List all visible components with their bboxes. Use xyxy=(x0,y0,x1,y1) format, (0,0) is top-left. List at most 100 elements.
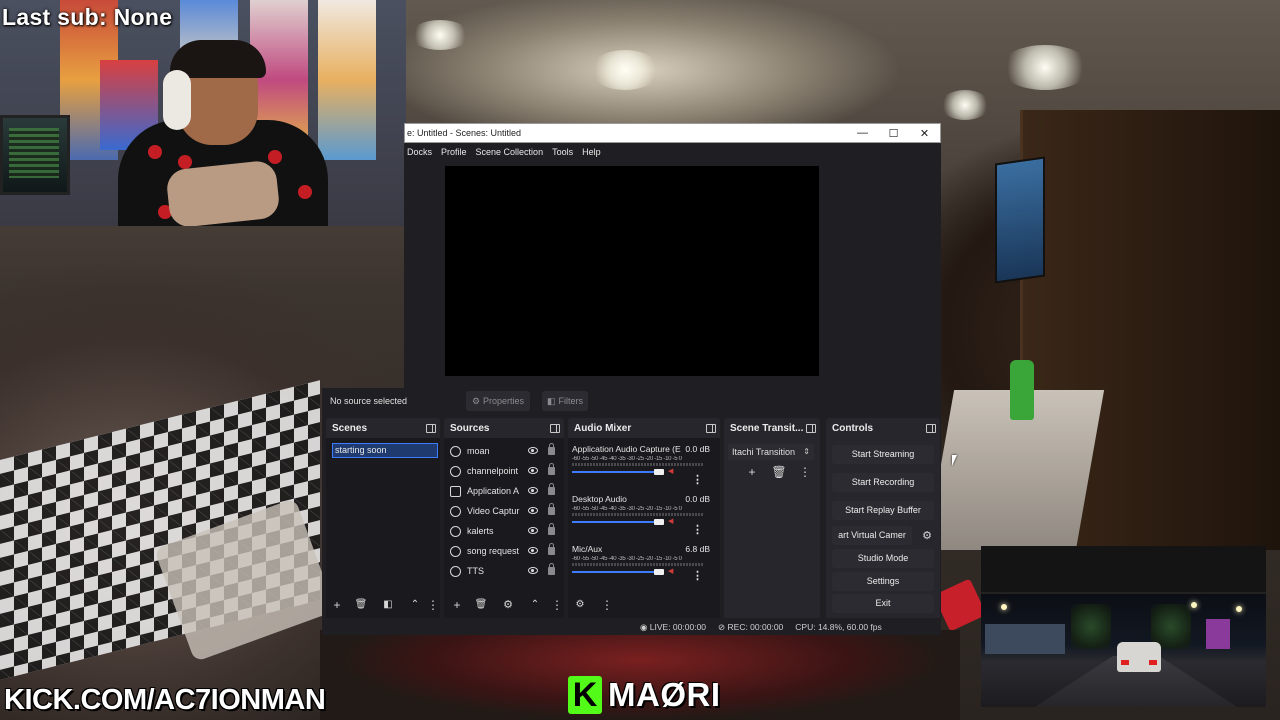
lock-icon[interactable] xyxy=(548,563,555,575)
add-source-icon[interactable]: + xyxy=(448,597,466,613)
volume-handle[interactable] xyxy=(654,519,664,525)
source-properties-icon[interactable]: ⚙ xyxy=(499,597,517,613)
transitions-body: Itachi Transition + 🗑 ⋮ xyxy=(724,438,820,618)
volume-slider[interactable]: ◀ xyxy=(572,468,704,476)
source-row[interactable]: Application A xyxy=(450,482,558,500)
undock-icon[interactable] xyxy=(426,423,436,433)
undock-icon[interactable] xyxy=(926,423,936,433)
source-row[interactable]: channelpoint xyxy=(450,462,558,480)
source-name: Video Captur xyxy=(467,506,520,516)
scene-item[interactable]: starting soon xyxy=(332,443,438,458)
track-menu-icon[interactable]: ⋮ xyxy=(692,570,703,583)
transitions-title: Scene Transit... xyxy=(730,422,804,434)
scenes-list: starting soon xyxy=(326,438,440,618)
studio-mode-button[interactable]: Studio Mode xyxy=(832,549,934,568)
source-row[interactable]: Video Captur xyxy=(450,502,558,520)
volume-handle[interactable] xyxy=(654,469,664,475)
menu-tools[interactable]: Tools xyxy=(549,147,579,157)
source-name: channelpoint xyxy=(467,466,519,476)
source-row[interactable]: song request xyxy=(450,542,558,560)
kebab-menu-icon[interactable]: ⋮ xyxy=(548,597,566,613)
menu-help[interactable]: Help xyxy=(579,147,607,157)
menu-profile[interactable]: Profile xyxy=(438,147,473,157)
move-up-icon[interactable]: ⌃ xyxy=(406,597,424,613)
sources-dock-header: Sources xyxy=(444,418,564,438)
filter-icon: ◧ xyxy=(546,395,556,406)
browser-icon xyxy=(450,525,461,537)
kebab-menu-icon[interactable]: ⋮ xyxy=(796,464,814,480)
program-preview[interactable] xyxy=(445,166,819,376)
mixer-track: Mic/Aux 6.8 dB -60 -55 -50 -45 -40 -35 -… xyxy=(572,544,710,582)
track-menu-icon[interactable]: ⋮ xyxy=(692,524,703,537)
track-menu-icon[interactable]: ⋮ xyxy=(692,474,703,487)
menu-docks[interactable]: Docks xyxy=(404,147,438,157)
start-replay-buffer-button[interactable]: Start Replay Buffer xyxy=(832,501,934,520)
kebab-menu-icon[interactable]: ⋮ xyxy=(424,597,442,613)
volume-handle[interactable] xyxy=(654,569,664,575)
advanced-audio-icon[interactable]: ⚙ xyxy=(571,597,589,613)
status-bar: ◉ LIVE: 00:00:00 ⊘ REC: 00:00:00 CPU: 14… xyxy=(640,620,940,634)
volume-slider[interactable]: ◀ xyxy=(572,518,704,526)
level-meter xyxy=(572,513,704,516)
source-row[interactable]: moan xyxy=(450,442,558,460)
audio-mixer-header: Audio Mixer xyxy=(568,418,720,438)
lock-icon[interactable] xyxy=(548,543,555,555)
webcam-overlay xyxy=(0,0,406,226)
speaker-icon[interactable]: ◀ xyxy=(668,568,676,576)
add-transition-icon[interactable]: + xyxy=(743,464,761,480)
browser-icon xyxy=(450,565,461,577)
speaker-icon[interactable]: ◀ xyxy=(668,468,676,476)
exit-button[interactable]: Exit xyxy=(832,594,934,613)
source-row[interactable]: TTS xyxy=(450,562,558,580)
eye-icon[interactable] xyxy=(528,447,538,454)
undock-icon[interactable] xyxy=(806,423,816,433)
speaker-icon[interactable]: ◀ xyxy=(668,518,676,526)
volume-track xyxy=(572,571,662,573)
undock-icon[interactable] xyxy=(706,423,716,433)
window-icon xyxy=(450,485,461,497)
minimize-button[interactable]: — xyxy=(847,124,878,142)
scene-filter-icon[interactable]: ◧ xyxy=(379,597,397,613)
scenes-title: Scenes xyxy=(332,422,368,434)
obs-title-bar[interactable]: e: Untitled - Scenes: Untitled — ☐ ✕ xyxy=(404,123,941,143)
filters-button[interactable]: ◧ Filters xyxy=(542,391,588,411)
start-recording-button[interactable]: Start Recording xyxy=(832,473,934,492)
add-scene-icon[interactable]: + xyxy=(328,597,346,613)
virtual-camera-settings-icon[interactable]: ⚙ xyxy=(918,528,936,544)
sources-list: moan channelpoint Application A Video Ca… xyxy=(444,438,564,618)
remove-scene-icon[interactable]: 🗑 xyxy=(352,597,370,613)
eye-icon[interactable] xyxy=(528,507,538,514)
properties-button[interactable]: ⚙ Properties xyxy=(466,391,530,411)
close-button[interactable]: ✕ xyxy=(909,124,940,142)
headphone xyxy=(163,70,191,130)
source-name: Application A xyxy=(467,486,520,496)
maximize-button[interactable]: ☐ xyxy=(878,124,909,142)
lock-icon[interactable] xyxy=(548,443,555,455)
eye-icon[interactable] xyxy=(528,547,538,554)
lock-icon[interactable] xyxy=(548,523,555,535)
kebab-menu-icon[interactable]: ⋮ xyxy=(598,597,616,613)
remove-source-icon[interactable]: 🗑 xyxy=(472,597,490,613)
source-row[interactable]: kalerts xyxy=(450,522,558,540)
move-up-icon[interactable]: ⌃ xyxy=(526,597,544,613)
lock-icon[interactable] xyxy=(548,503,555,515)
eye-icon[interactable] xyxy=(528,527,538,534)
mixer-track: Desktop Audio 0.0 dB -60 -55 -50 -45 -40… xyxy=(572,494,710,536)
lock-icon[interactable] xyxy=(548,463,555,475)
settings-button[interactable]: Settings xyxy=(832,572,934,591)
volume-slider[interactable]: ◀ xyxy=(572,568,704,576)
lock-icon[interactable] xyxy=(548,483,555,495)
eye-icon[interactable] xyxy=(528,467,538,474)
brand-name: MAØRI xyxy=(608,676,721,713)
transition-select[interactable]: Itachi Transition xyxy=(728,444,814,460)
audio-icon xyxy=(450,445,461,457)
menu-scene-collection[interactable]: Scene Collection xyxy=(473,147,550,157)
undock-icon[interactable] xyxy=(550,423,560,433)
start-virtual-camera-button[interactable]: art Virtual Camer xyxy=(832,526,912,545)
eye-icon[interactable] xyxy=(528,487,538,494)
start-streaming-button[interactable]: Start Streaming xyxy=(832,445,934,464)
source-name: kalerts xyxy=(467,526,494,536)
trash-icon[interactable]: 🗑 xyxy=(770,464,788,480)
eye-icon[interactable] xyxy=(528,567,538,574)
dashcam-frame xyxy=(981,546,1266,592)
